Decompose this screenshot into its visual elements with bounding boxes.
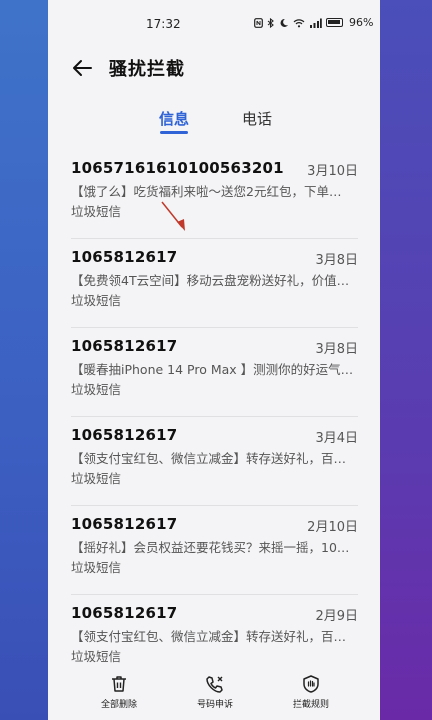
tab-messages[interactable]: 信息: [159, 108, 189, 129]
message-row[interactable]: 1065812617 2月10日 【摇好礼】会员权益还要花钱买？来摇一摇，10……: [48, 506, 380, 595]
message-date: 2月9日: [315, 609, 358, 624]
red-arrow-annotation-icon: [161, 201, 185, 231]
message-tag: 垃圾短信: [71, 293, 122, 308]
report-number-button[interactable]: 号码申诉: [180, 674, 250, 710]
delete-all-button[interactable]: 全部删除: [84, 674, 154, 710]
message-row[interactable]: 1065812617 3月8日 【暖春抽iPhone 14 Pro Max 】测…: [48, 328, 380, 417]
page-title: 骚扰拦截: [109, 59, 185, 80]
tab-calls[interactable]: 电话: [242, 108, 272, 129]
message-preview: 【摇好礼】会员权益还要花钱买？来摇一摇，10…: [71, 540, 350, 555]
message-tag: 垃圾短信: [71, 471, 122, 486]
message-date: 2月10日: [307, 520, 358, 535]
message-preview: 【领支付宝红包、微信立减金】转存送好礼，百…: [71, 451, 347, 466]
message-date: 3月10日: [307, 164, 358, 179]
message-tag: 垃圾短信: [71, 649, 122, 664]
tab-active-indicator: [160, 131, 188, 134]
message-preview: 【饿了么】吃货福利来啦～送您2元红包，下单…: [71, 184, 342, 199]
battery-icon: [326, 18, 343, 27]
tab-bar: 信息 电话: [48, 104, 380, 136]
message-number: 1065812617: [71, 337, 178, 355]
message-row[interactable]: 10657161610100563201 3月10日 【饿了么】吃货福利来啦～送…: [48, 150, 380, 239]
message-number: 1065812617: [71, 604, 178, 622]
message-number: 10657161610100563201: [71, 159, 284, 177]
report-number-label: 号码申诉: [196, 700, 233, 710]
message-number: 1065812617: [71, 515, 178, 533]
status-bar: 17:32 96%: [48, 0, 380, 46]
signal-icon: [310, 18, 322, 28]
status-time: 17:32: [146, 17, 181, 31]
message-date: 3月8日: [315, 342, 358, 357]
bottom-action-bar: 全部删除 号码申诉 拦截规则: [48, 668, 380, 720]
message-preview: 【领支付宝红包、微信立减金】转存送好礼，百…: [71, 629, 347, 644]
message-preview: 【免费领4T云空间】移动云盘宠粉送好礼，价值…: [71, 273, 350, 288]
background-left: [0, 0, 48, 720]
battery-percent: 96%: [349, 16, 374, 29]
phone-appeal-icon: [206, 676, 223, 693]
message-tag: 垃圾短信: [71, 382, 122, 397]
message-preview: 【暖春抽iPhone 14 Pro Max 】测测你的好运气…: [71, 362, 354, 377]
message-number: 1065812617: [71, 426, 178, 444]
moon-icon: [280, 18, 288, 27]
shield-hand-icon: [303, 675, 319, 693]
trash-icon: [112, 676, 126, 692]
block-rules-label: 拦截规则: [292, 700, 329, 710]
message-date: 3月4日: [315, 431, 358, 446]
message-number: 1065812617: [71, 248, 178, 266]
message-row[interactable]: 1065812617 3月8日 【免费领4T云空间】移动云盘宠粉送好礼，价值… …: [48, 239, 380, 328]
arrow-left-icon[interactable]: [70, 56, 94, 80]
message-row[interactable]: 1065812617 3月4日 【领支付宝红包、微信立减金】转存送好礼，百… 垃…: [48, 417, 380, 506]
wifi-icon: [293, 18, 305, 27]
phone-screen: 17:32 96% 骚扰拦截 信息 电话 1065716161010056320…: [48, 0, 380, 720]
bluetooth-icon: [267, 17, 274, 28]
background-right: [380, 0, 432, 720]
message-date: 3月8日: [315, 253, 358, 268]
block-rules-button[interactable]: 拦截规则: [276, 674, 346, 710]
status-icons: 96%: [254, 16, 373, 29]
delete-all-label: 全部删除: [100, 700, 137, 710]
header: 骚扰拦截: [48, 46, 380, 90]
nfc-icon: [254, 17, 263, 28]
message-tag: 垃圾短信: [71, 204, 122, 219]
message-list: 10657161610100563201 3月10日 【饿了么】吃货福利来啦～送…: [48, 150, 380, 684]
message-tag: 垃圾短信: [71, 560, 122, 575]
